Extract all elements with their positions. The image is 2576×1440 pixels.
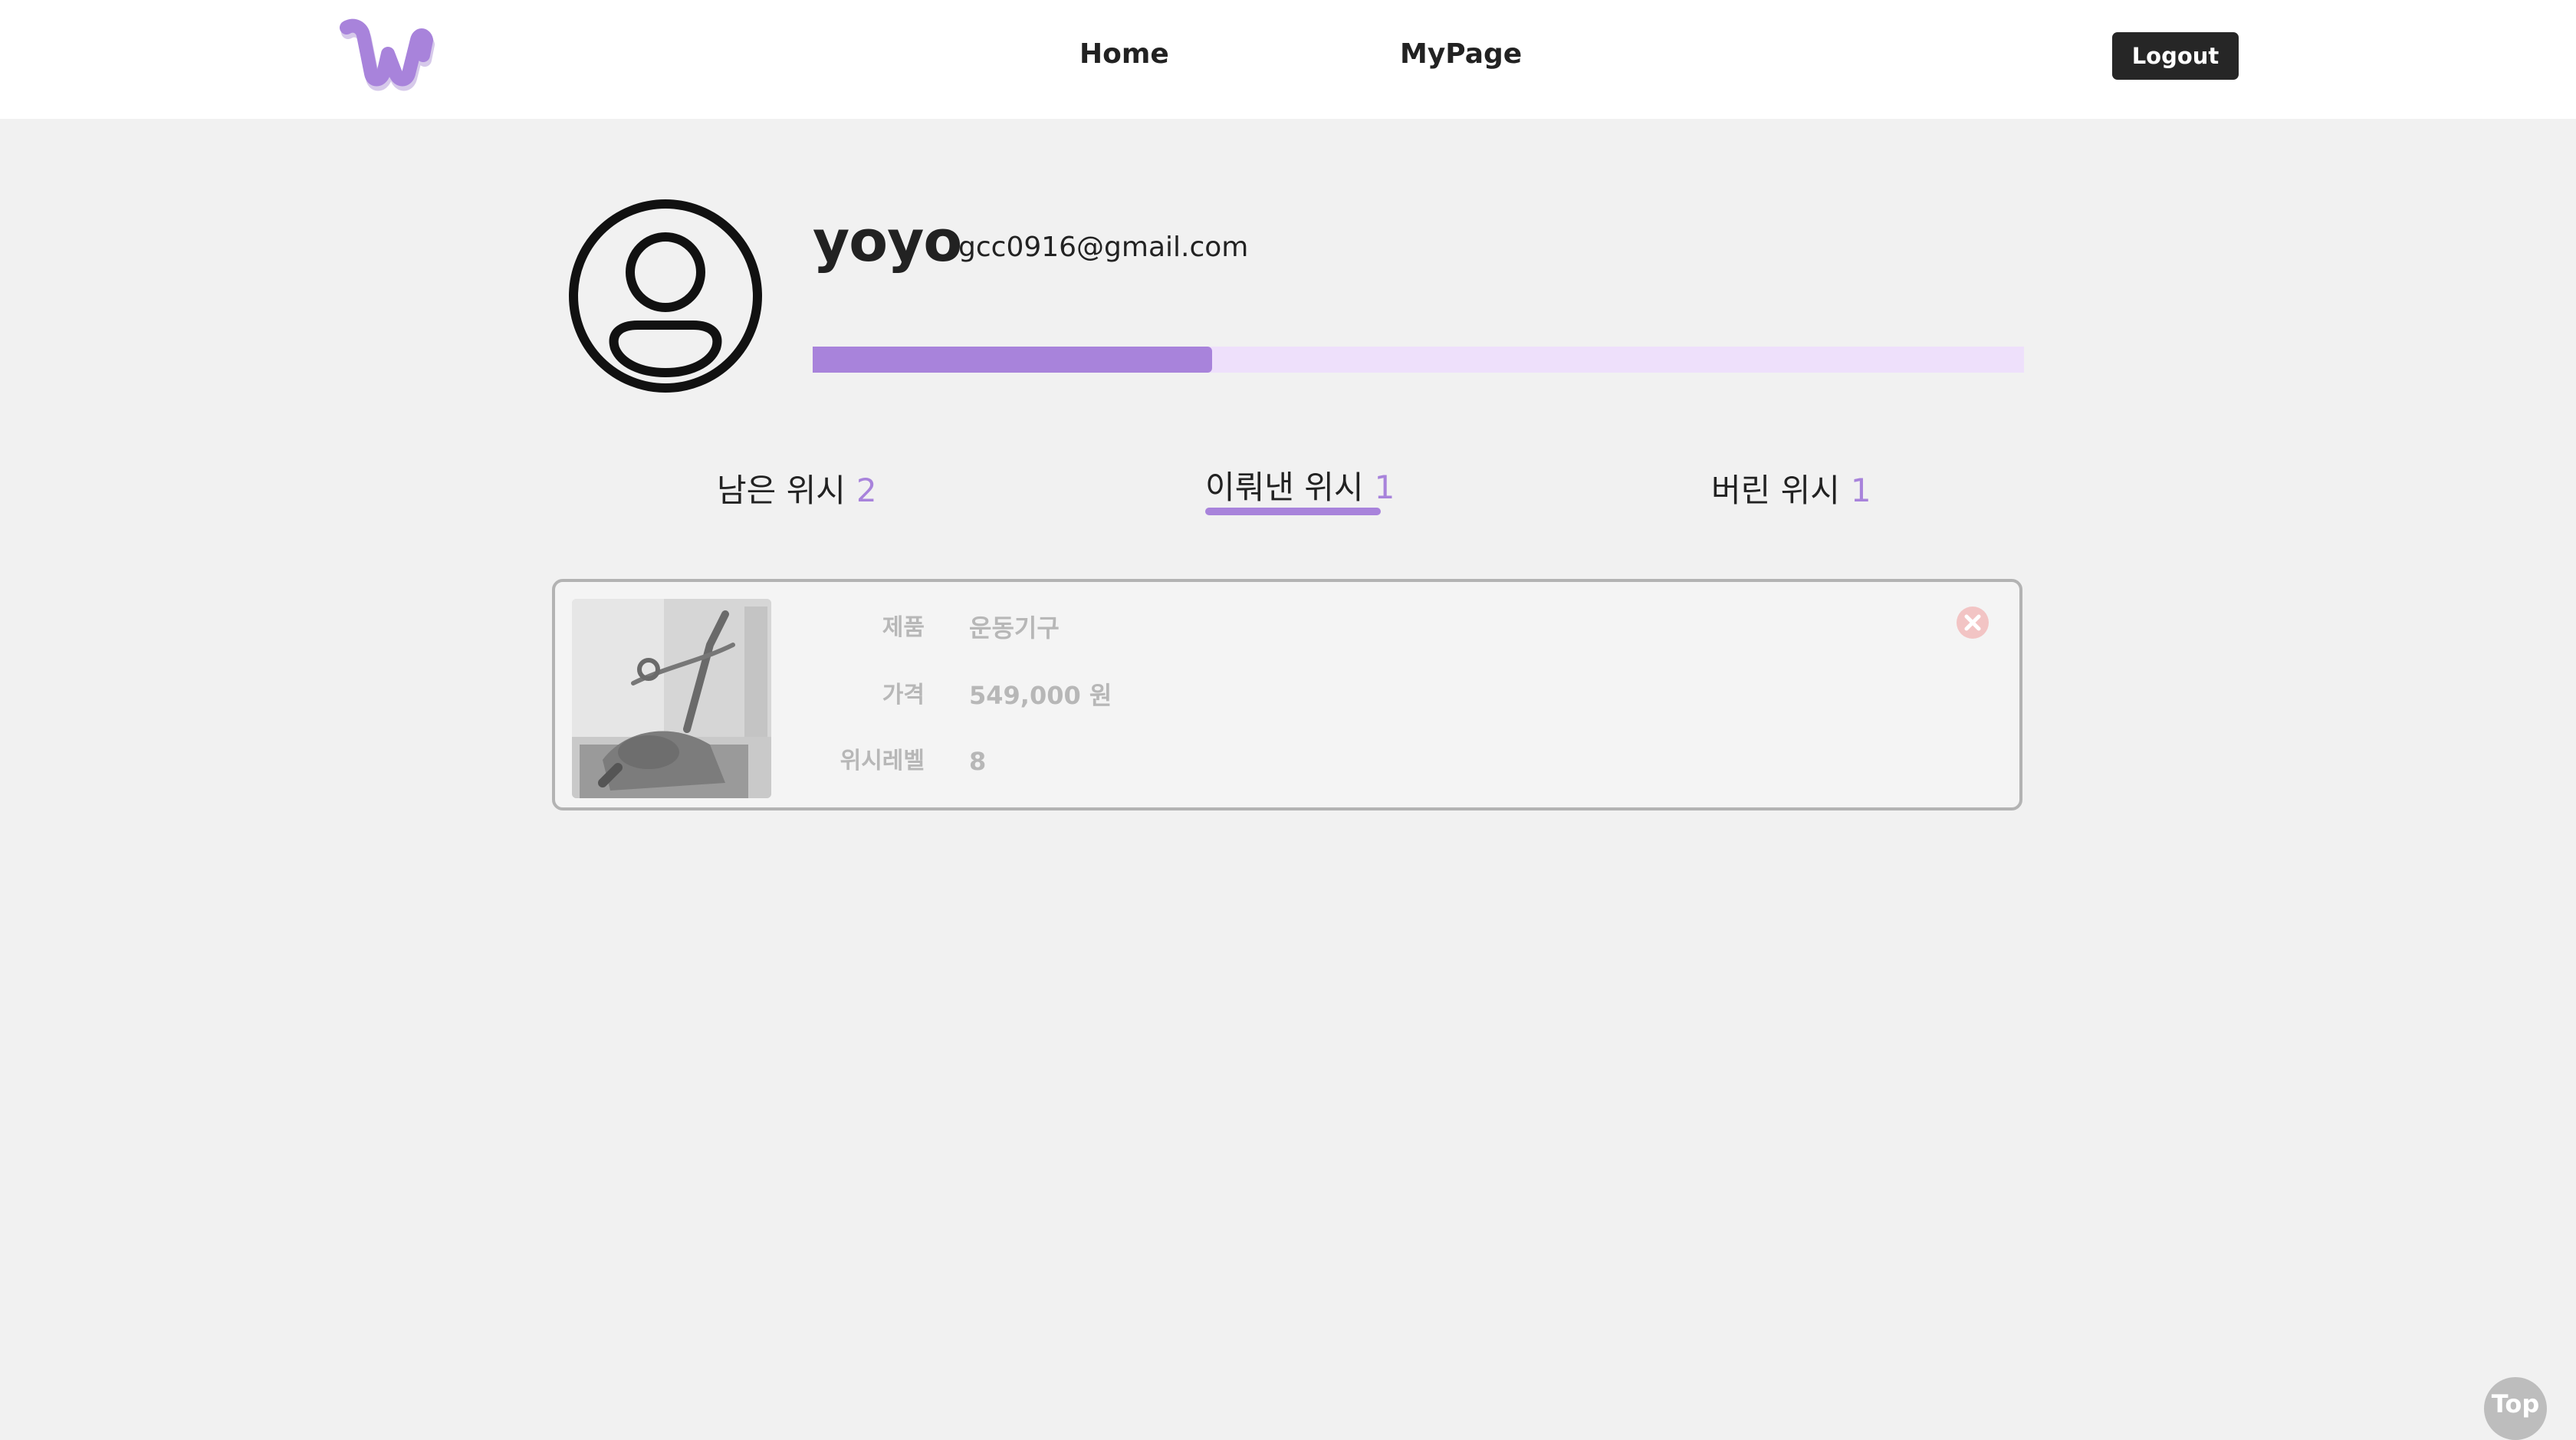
product-value: 운동기구 bbox=[969, 613, 1060, 643]
wish-level-label: 위시레벨 bbox=[840, 748, 925, 774]
product-label: 제품 bbox=[882, 614, 925, 641]
tab-label: 버린 위시 bbox=[1711, 472, 1840, 509]
exercise-equipment-photo bbox=[572, 599, 771, 798]
tab-label: 남은 위시 bbox=[717, 472, 846, 509]
tab-count: 1 bbox=[1374, 468, 1395, 506]
tab-count: 2 bbox=[856, 472, 877, 509]
wish-progress-bar bbox=[813, 347, 2024, 373]
active-tab-indicator bbox=[1205, 508, 1381, 515]
tab-remaining-wishes[interactable]: 남은 위시 2 bbox=[717, 468, 877, 514]
tab-achieved-wishes[interactable]: 이뤄낸 위시 1 bbox=[1205, 465, 1395, 511]
tab-count: 1 bbox=[1850, 472, 1871, 509]
logo-icon[interactable] bbox=[337, 17, 437, 94]
wish-item-card[interactable]: 제품 운동기구 가격 549,000 원 위시레벨 8 bbox=[552, 579, 2022, 810]
price-label: 가격 bbox=[882, 682, 925, 708]
tab-discarded-wishes[interactable]: 버린 위시 1 bbox=[1711, 468, 1871, 514]
nav-mypage-link[interactable]: MyPage bbox=[1400, 35, 1522, 74]
user-circle-icon bbox=[567, 198, 764, 394]
price-value: 549,000 원 bbox=[969, 681, 1112, 710]
profile-email: gcc0916@gmail.com bbox=[958, 232, 1249, 263]
wish-level-value: 8 bbox=[969, 747, 987, 776]
profile-username: yoyo bbox=[813, 209, 962, 275]
top-header: Home MyPage Logout bbox=[0, 0, 2576, 119]
logout-button[interactable]: Logout bbox=[2112, 32, 2239, 80]
scroll-top-button[interactable]: Top bbox=[2484, 1377, 2547, 1440]
tab-label: 이뤄낸 위시 bbox=[1205, 468, 1364, 506]
close-circle-icon[interactable] bbox=[1955, 605, 1990, 640]
nav-home-link[interactable]: Home bbox=[1079, 35, 1169, 74]
wish-progress-fill bbox=[813, 347, 1213, 373]
